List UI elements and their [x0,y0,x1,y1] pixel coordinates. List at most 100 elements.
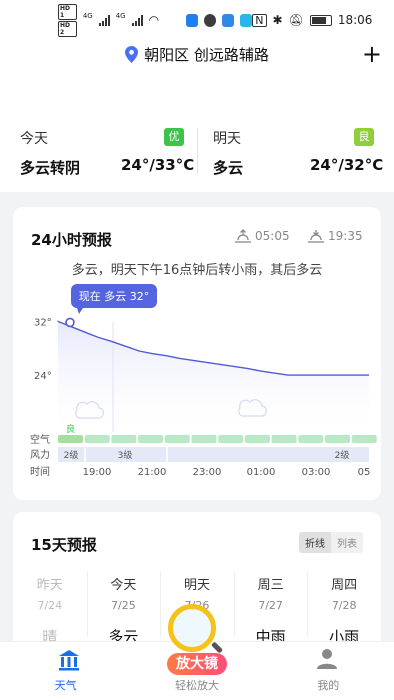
user-icon [316,649,337,669]
wind-level-label: 2级 [64,449,79,461]
day-date: 7/24 [37,599,63,612]
now-bubble-tail [77,308,83,314]
status-bar: HD 1 HD 2 4G 4G ◠ N ✱ 🔕︎ 18:06 [0,0,394,40]
today-temp: 24°/33°C [121,156,195,174]
hourly-summary: 多云，明天下午16点钟后转小雨，其后多云 [71,263,323,278]
air-quality-bar [298,435,324,443]
tomorrow-aqi-badge: 良 [354,128,374,146]
divider [197,128,198,174]
day-column[interactable]: 今天 7/25 多云 [86,564,161,647]
wind-row-label: 风力 [30,448,50,461]
now-label: 现在 多云 32° [79,289,150,303]
wind-level-label: 3级 [118,449,133,461]
app-icon-1 [185,13,199,27]
x-tick-label: 01:00 [247,467,276,478]
hourly-chart[interactable]: 32° 24° 现在 多云 32° 空气 良风力 2级 3级 2级时间 19:00 21:00 23… [13,282,381,482]
x-tick-label: 19:00 [83,467,112,478]
day-date: 7/27 [258,599,283,612]
search-app-icon [240,13,253,27]
air-quality-bar [138,435,164,443]
x-tick-label: 05 [358,467,371,478]
chat-icon [204,13,217,27]
mute-icon: 🔕︎ [288,13,304,27]
day-name: 周三 [257,578,284,593]
x-tick-label: 03:00 [302,467,331,478]
temperature-area [58,321,369,432]
x-tick-label: 23:00 [193,467,222,478]
weather-home-icon [59,650,79,671]
hourly-forecast-card: 24小时预报 05:05 19:35 多云，明天下午16点钟后转小雨，其后多云 … [13,207,381,500]
battery-icon [309,14,332,26]
air-quality-bar [271,435,297,443]
daily-title: 15天预报 [31,536,97,554]
toggle-line[interactable]: 折线 [299,532,331,553]
now-point [65,317,75,328]
day-date: 7/28 [331,599,357,612]
wind-level-label: 2级 [335,449,350,461]
tomorrow-label: 明天 [213,131,241,147]
magnifier-button[interactable]: 放大镜 [167,653,227,675]
add-city-button[interactable]: + [362,42,382,66]
sim2-badge: HD 2 [58,20,77,37]
signal-icon-2 [131,14,143,26]
view-toggle[interactable]: 折线 列表 [299,532,363,553]
nav-mine[interactable]: 我的 [263,642,394,700]
nav-weather[interactable]: 天气 [0,642,131,700]
day-name: 周四 [331,578,358,593]
location-header: 朝阳区 创远路辅路 + [0,40,394,104]
day-name: 今天 [110,578,137,593]
sim1-badge: HD 1 [58,3,77,20]
today-label: 今天 [20,131,48,147]
sunrise-time: 05:05 [255,229,290,243]
toggle-list[interactable]: 列表 [331,532,363,553]
net2-label: 4G [115,11,126,20]
air-row-label: 空气 [30,433,50,446]
air-quality-bar [191,435,217,443]
today-weather: 多云转阴 [20,159,81,177]
nav-weather-label: 天气 [54,679,77,692]
time-row-label: 时间 [30,465,50,478]
wind-bar [58,447,369,462]
today-aqi-badge: 优 [164,128,184,146]
app-icon-2 [222,13,235,27]
air-quality-bar [111,435,137,443]
air-quality-bar [84,435,110,443]
net1-label: 4G [82,11,93,20]
clock: 18:06 [337,13,373,27]
magnifier-icon[interactable] [168,604,216,652]
nav-relax-label: 轻松放大 [174,679,219,692]
sunset: 19:35 [308,229,363,243]
sunrise: 05:05 [235,229,290,243]
air-quality-bar [325,435,350,443]
air-quality-bar [58,435,83,443]
today-tomorrow-card[interactable]: 今天 优 多云转阴 24°/33°C 明天 良 多云 24°/32°C [0,104,394,192]
location-pin-icon [125,46,139,63]
signal-icon [98,14,110,26]
x-tick-label: 21:00 [138,467,167,478]
day-column[interactable]: 昨天 7/24 晴 [13,564,87,647]
sunset-time: 19:35 [328,229,363,243]
sunset-icon [308,230,324,243]
air-quality-bar [351,435,377,443]
y-tick-label: 32° [34,317,52,328]
day-column[interactable]: 周三 7/27 中雨 [233,564,308,647]
location-text: 朝阳区 创远路辅路 [144,46,269,64]
day-name: 明天 [183,578,210,593]
air-quality-label: 良 [66,423,75,435]
day-name: 昨天 [36,578,63,593]
air-quality-bar [244,435,270,443]
wifi-icon: ◠ [148,13,160,27]
sunrise-icon [235,229,251,243]
hourly-title: 24小时预报 [31,231,112,249]
air-quality-bar [164,435,190,443]
nfc-icon: N [252,13,267,27]
y-tick-label: 24° [34,371,52,382]
location-selector[interactable]: 朝阳区 创远路辅路 [0,44,394,65]
nav-mine-label: 我的 [317,679,340,692]
day-column[interactable]: 周四 7/28 小雨 [307,564,381,647]
tomorrow-weather: 多云 [213,159,244,177]
day-date: 7/25 [111,599,136,612]
bluetooth-icon: ✱ [272,13,283,27]
air-quality-bar [218,435,244,443]
tomorrow-temp: 24°/32°C [310,156,384,174]
